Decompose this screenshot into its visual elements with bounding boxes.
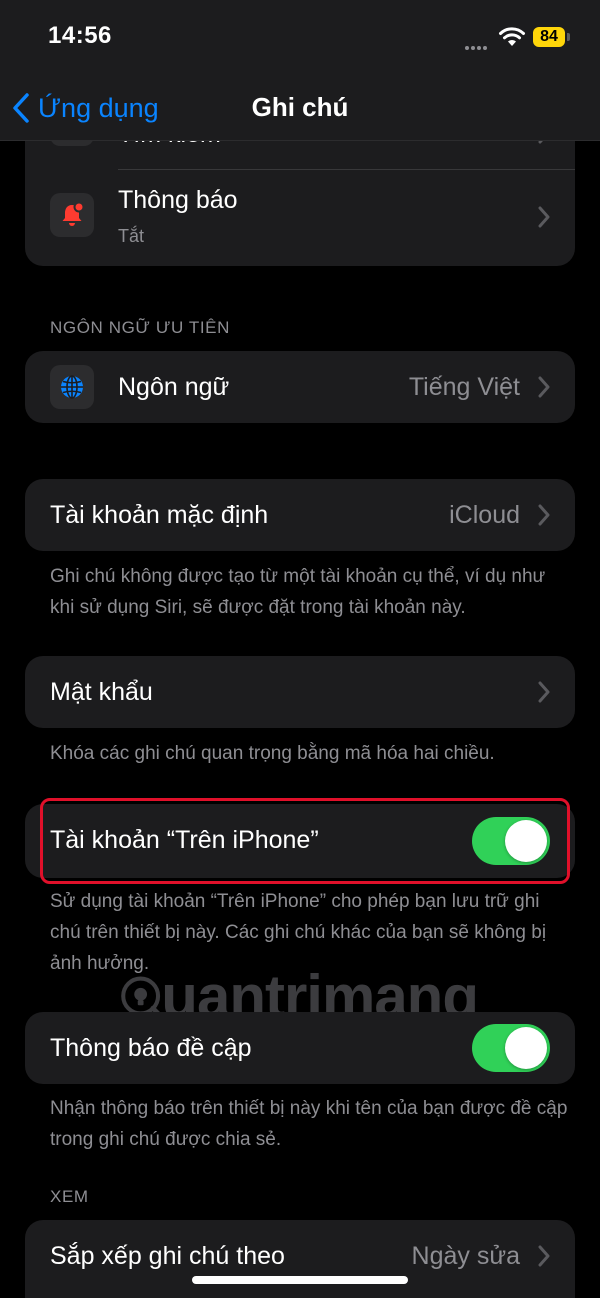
view-section-header: XEM	[50, 1187, 89, 1206]
password-card: Mật khẩu	[25, 656, 575, 728]
home-indicator[interactable]	[192, 1276, 408, 1284]
battery-icon: 84	[533, 27, 565, 47]
settings-scroll-content[interactable]: Tìm kiếm Thông báo Tắt NGÔN NGỮ ƯU TIÊN	[0, 0, 600, 1298]
mention-notifications-footer: Nhận thông báo trên thiết bị này khi tên…	[50, 1098, 568, 1150]
battery-cap	[567, 33, 570, 41]
language-value: Tiếng Việt	[408, 373, 520, 401]
chevron-right-icon	[538, 206, 550, 228]
toggle-knob	[505, 1027, 547, 1069]
chevron-right-icon	[538, 1245, 550, 1267]
default-account-footer: Ghi chú không được tạo từ một tài khoản …	[50, 566, 546, 618]
sort-notes-value: Ngày sửa	[411, 1242, 520, 1270]
mention-notifications-row: Thông báo đề cập	[25, 1012, 575, 1084]
default-account-label: Tài khoản mặc định	[50, 501, 269, 529]
chevron-right-icon	[538, 681, 550, 703]
password-footer: Khóa các ghi chú quan trọng bằng mã hóa …	[50, 743, 495, 764]
chevron-right-icon	[538, 504, 550, 526]
default-account-row[interactable]: Tài khoản mặc định iCloud	[25, 479, 575, 551]
language-label: Ngôn ngữ	[118, 373, 230, 401]
sort-notes-label: Sắp xếp ghi chú theo	[50, 1242, 285, 1270]
notifications-row[interactable]: Thông báo Tắt	[25, 170, 575, 266]
highlight-box	[40, 798, 570, 884]
mention-notifications-toggle[interactable]	[472, 1024, 550, 1072]
globe-icon	[50, 365, 94, 409]
mention-notifications-card: Thông báo đề cập	[25, 1012, 575, 1084]
bell-badge-icon	[50, 193, 94, 237]
default-account-card: Tài khoản mặc định iCloud	[25, 479, 575, 551]
language-card: Ngôn ngữ Tiếng Việt	[25, 351, 575, 423]
notifications-label: Thông báo	[118, 186, 238, 214]
view-card: Sắp xếp ghi chú theo Ngày sửa	[25, 1220, 575, 1298]
default-account-value: iCloud	[449, 501, 520, 529]
navigation-bar: Ứng dụng Ghi chú	[0, 76, 600, 141]
language-row[interactable]: Ngôn ngữ Tiếng Việt	[25, 351, 575, 423]
notifications-subtitle: Tắt	[118, 226, 145, 246]
preferred-language-header: NGÔN NGỮ ƯU TIÊN	[50, 318, 230, 337]
password-label: Mật khẩu	[50, 678, 153, 706]
status-bar: 14:56 84	[0, 0, 600, 76]
chevron-right-icon	[538, 376, 550, 398]
page-title: Ghi chú	[251, 92, 349, 122]
cellular-signal-icon	[465, 37, 493, 50]
wifi-icon	[499, 27, 525, 46]
mention-notifications-label: Thông báo đề cập	[50, 1034, 252, 1062]
password-row[interactable]: Mật khẩu	[25, 656, 575, 728]
status-time: 14:56	[48, 22, 112, 49]
